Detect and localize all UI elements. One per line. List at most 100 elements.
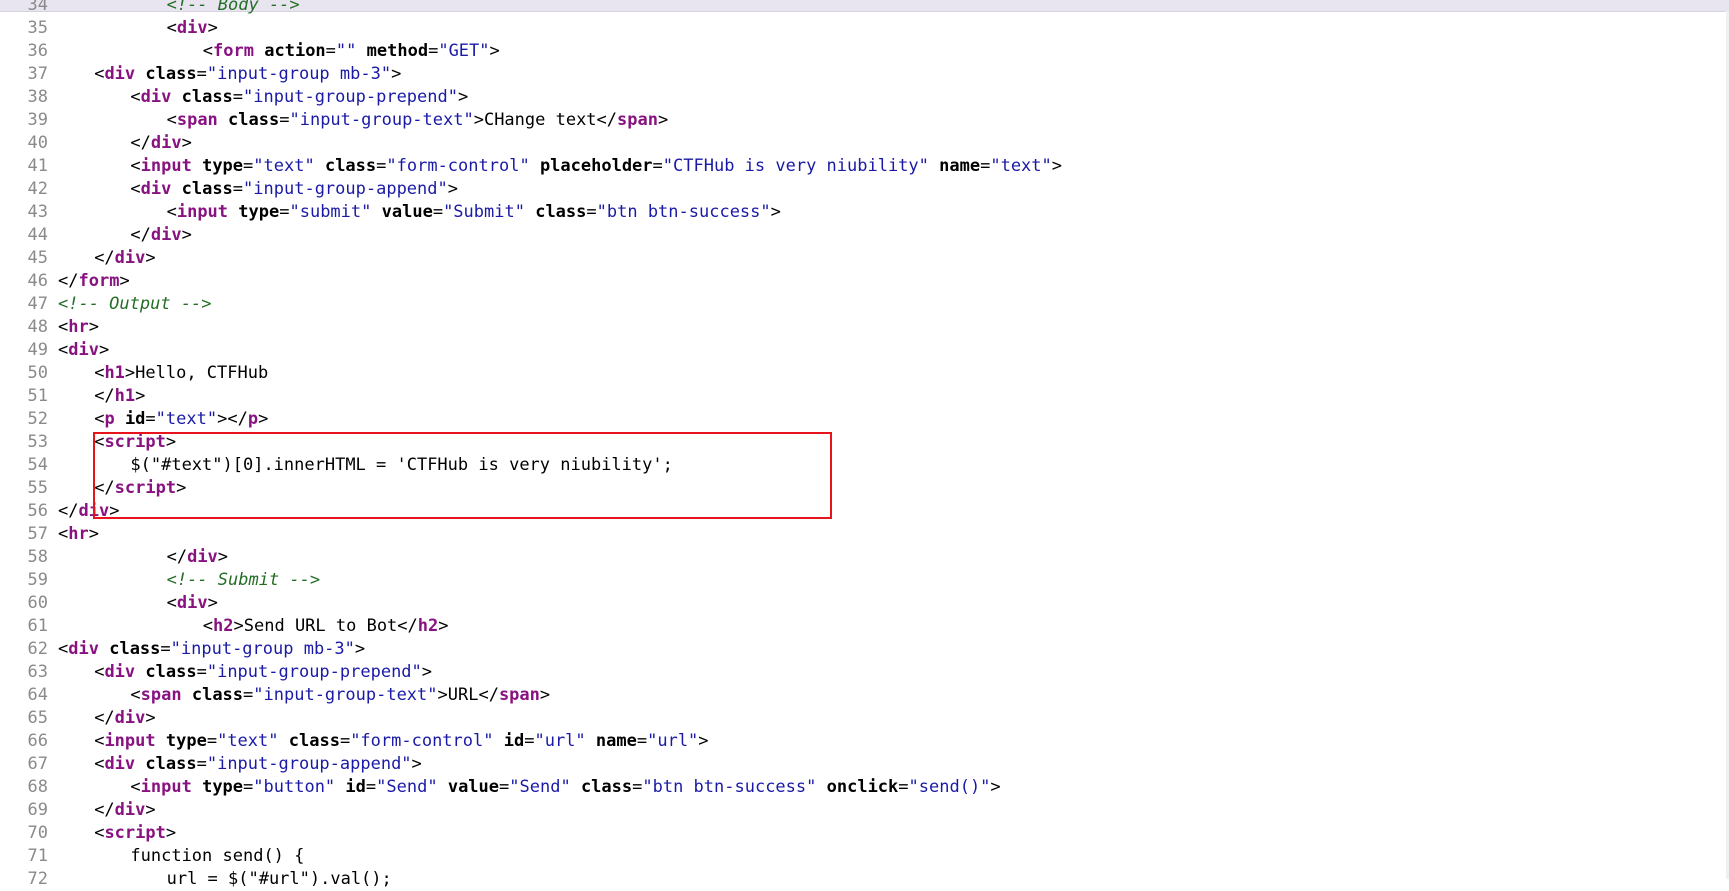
attribute-name: type: [238, 202, 280, 222]
attribute-name: onclick: [826, 777, 899, 797]
tag-name: div: [68, 340, 99, 360]
line-number: 57: [27, 524, 48, 544]
code-text: function send() {: [130, 846, 305, 866]
code-text: >: [88, 524, 99, 544]
code-text: >: [438, 616, 449, 636]
attribute-value: "input-group-text": [253, 685, 438, 705]
code-text: url = $("#url").val();: [166, 869, 392, 889]
tag-name: div: [78, 501, 110, 521]
code-text: <: [166, 202, 177, 222]
attribute-name: class: [324, 156, 377, 176]
code-text: =: [428, 41, 439, 61]
code-text: =: [376, 156, 387, 176]
tag-name: h2: [213, 616, 234, 636]
line-source: <input type="text" class="form-control" …: [94, 730, 708, 753]
line-number: 58: [27, 547, 48, 567]
attribute-name: class: [580, 777, 633, 797]
code-text: >: [770, 202, 781, 222]
code-text: </: [94, 800, 115, 820]
code-text: <: [130, 777, 141, 797]
tag-name: div: [68, 639, 99, 659]
line-source: $("#text")[0].innerHTML = 'CTFHub is ver…: [130, 454, 672, 477]
code-text: =: [196, 64, 207, 84]
line-source: </div>: [130, 224, 191, 247]
attribute-name: id: [503, 731, 525, 751]
tag-name: hr: [68, 317, 89, 337]
line-number: 65: [27, 708, 48, 728]
line-source: <!-- Output -->: [58, 293, 212, 316]
line-source: url = $("#url").val();: [167, 868, 392, 891]
attribute-value: "Send": [509, 777, 571, 797]
code-text: =: [232, 179, 244, 199]
code-text: =: [652, 156, 663, 176]
code-text: >: [258, 409, 269, 429]
code-text: =: [898, 777, 909, 797]
code-text: >: [539, 685, 551, 705]
line-number: 49: [27, 340, 48, 360]
tag-name: div: [114, 708, 146, 728]
code-text: <: [58, 317, 69, 337]
line-number: 68: [27, 777, 48, 797]
tag-name: input: [104, 731, 156, 751]
line-source: </script>: [94, 477, 186, 500]
line-number: 35: [27, 18, 48, 38]
code-text: =: [279, 110, 290, 130]
tag-name: hr: [68, 524, 89, 544]
code-text: >: [354, 639, 366, 659]
code-text: >: [990, 777, 1001, 797]
line-number: 39: [27, 110, 48, 130]
line-source: </div>: [130, 132, 191, 155]
line-number: 71: [27, 846, 48, 866]
tag-name: span: [140, 685, 182, 705]
attribute-name: class: [145, 64, 197, 84]
attribute-value: "button": [253, 777, 336, 797]
line-number: 63: [27, 662, 48, 682]
line-source: </div>: [58, 500, 119, 523]
code-text: =: [365, 777, 377, 797]
attribute-name: id: [124, 409, 146, 429]
attribute-name: class: [228, 110, 280, 130]
line-number: 60: [27, 593, 48, 613]
attribute-name: placeholder: [539, 156, 653, 176]
attribute-name: class: [145, 662, 197, 682]
line-number: 42: [27, 179, 48, 199]
line-number: 48: [27, 317, 48, 337]
code-text: >: [165, 823, 177, 843]
line-source: <div class="input-group mb-3">: [94, 63, 401, 86]
tag-name: input: [140, 156, 192, 176]
code-text: >CHange text</: [473, 110, 618, 130]
line-number: 43: [27, 202, 48, 222]
code-text: <: [166, 110, 177, 130]
code-text: >Hello, CTFHub: [124, 363, 269, 383]
attribute-value: "input-group mb-3": [206, 64, 392, 84]
code-text: <: [130, 685, 141, 705]
line-number: 51: [27, 386, 48, 406]
line-number: 36: [27, 41, 48, 61]
code-text: >: [181, 133, 192, 153]
code-text: <: [58, 639, 69, 659]
line-number: 50: [27, 363, 48, 383]
tag-name: form: [213, 41, 254, 61]
tag-name: div: [114, 248, 146, 268]
line-source: <script>: [94, 822, 176, 845]
tag-name: span: [176, 110, 218, 130]
line-source: <div class="input-group mb-3">: [58, 638, 365, 661]
code-text: </: [94, 386, 115, 406]
attribute-value: "btn btn-success": [596, 202, 771, 222]
code-text: >: [207, 18, 218, 38]
code-text: <: [166, 18, 177, 38]
code-text: <: [94, 731, 105, 751]
attribute-value: "btn btn-success": [642, 777, 817, 797]
tag-name: div: [150, 133, 182, 153]
code-text: =: [243, 685, 254, 705]
code-text: >: [1051, 156, 1063, 176]
line-source: <h2>Send URL to Bot</h2>: [203, 615, 449, 638]
